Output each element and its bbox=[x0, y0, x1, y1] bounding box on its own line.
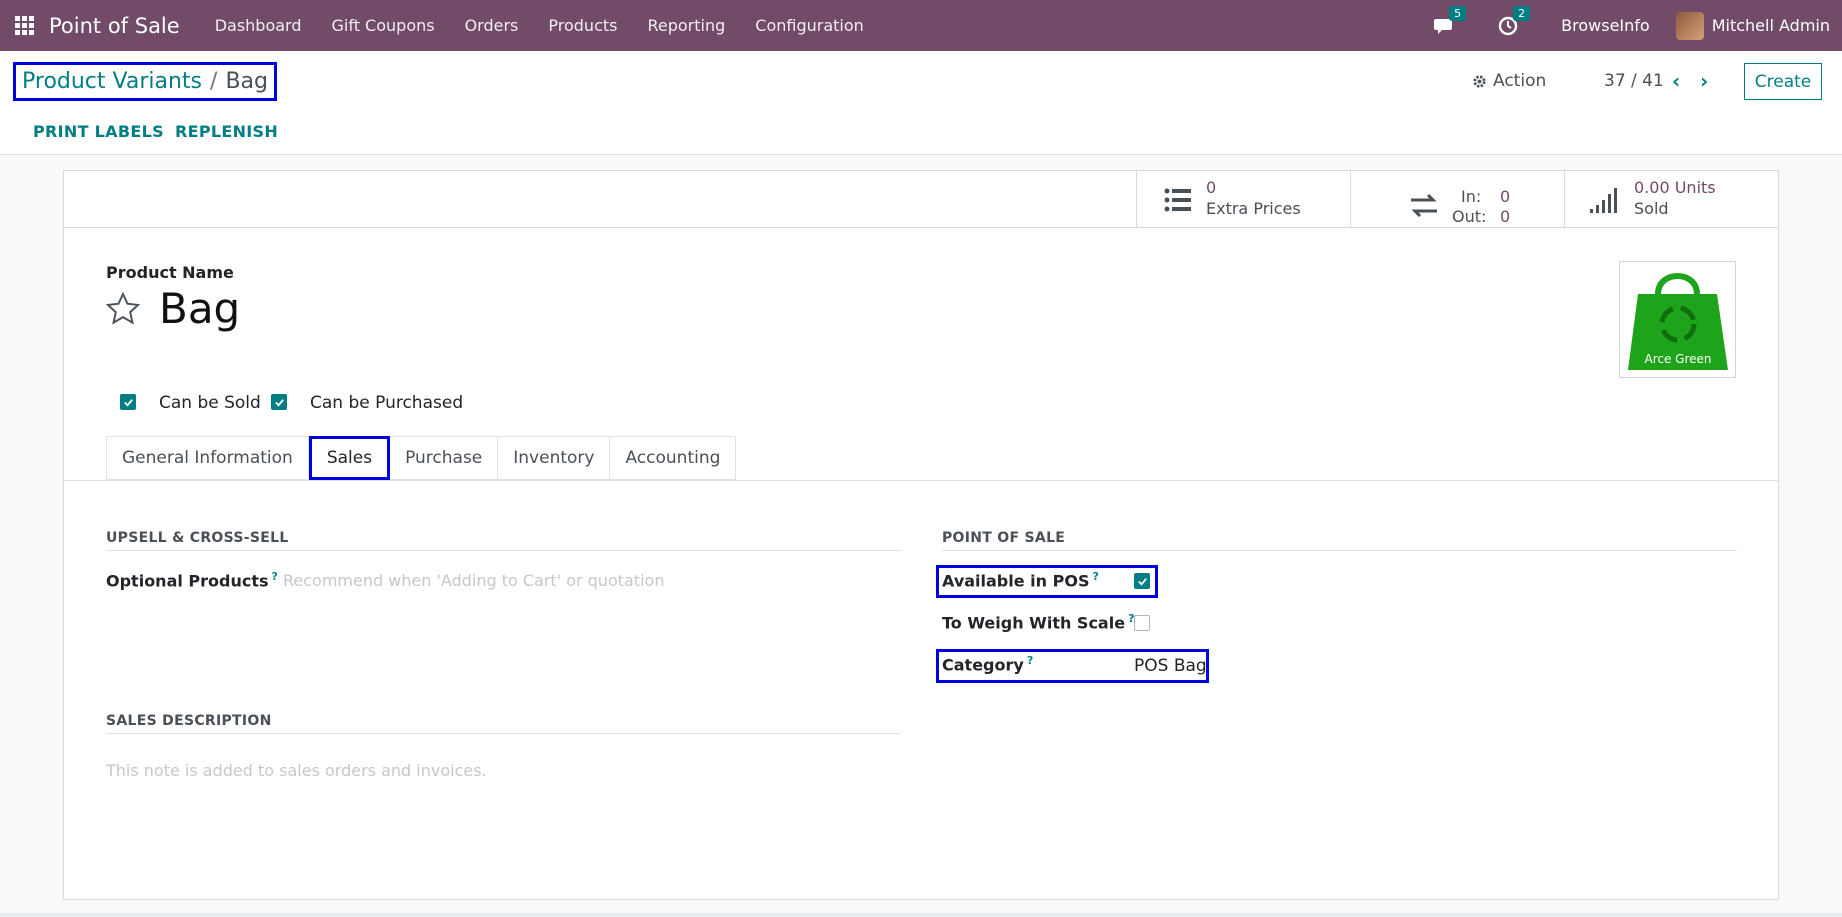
gear-icon bbox=[1473, 74, 1486, 88]
form-view: 0 Extra Prices In: 0 Out: 0 0.00 Units S… bbox=[0, 155, 1842, 917]
product-name-label: Product Name bbox=[106, 263, 234, 282]
pos-section-rule bbox=[942, 550, 1737, 551]
can-be-purchased-checkbox[interactable] bbox=[271, 394, 287, 410]
signal-bars-icon bbox=[1590, 188, 1617, 213]
sold-label: Sold bbox=[1634, 199, 1669, 218]
bottom-border bbox=[0, 913, 1842, 917]
menu-dashboard[interactable]: Dashboard bbox=[215, 16, 302, 35]
form-sheet: 0 Extra Prices In: 0 Out: 0 0.00 Units S… bbox=[63, 170, 1779, 900]
user-avatar[interactable] bbox=[1675, 11, 1704, 40]
control-panel: Product Variants / Bag Action 37 / 41 ‹ … bbox=[0, 51, 1842, 155]
smart-button-box: 0 Extra Prices In: 0 Out: 0 0.00 Units S… bbox=[64, 171, 1778, 228]
pager-previous-icon[interactable]: ‹ bbox=[1672, 69, 1680, 93]
tab-inventory[interactable]: Inventory bbox=[498, 436, 611, 480]
category-label-text: Category bbox=[942, 655, 1024, 675]
pager-value[interactable]: 37 / 41 bbox=[1604, 71, 1664, 91]
pos-section-title: POINT OF SALE bbox=[942, 530, 1066, 546]
breadcrumb: Product Variants / Bag bbox=[13, 62, 277, 101]
optional-products-help[interactable]: ? bbox=[272, 570, 278, 583]
menu-configuration[interactable]: Configuration bbox=[755, 16, 864, 35]
sales-description-rule bbox=[106, 733, 901, 734]
menu-orders[interactable]: Orders bbox=[465, 16, 519, 35]
tab-divider bbox=[64, 480, 1778, 481]
print-labels-button[interactable]: PRINT LABELS bbox=[33, 122, 164, 141]
messages-icon[interactable]: 5 bbox=[1433, 5, 1467, 38]
tab-accounting[interactable]: Accounting bbox=[610, 436, 737, 480]
extra-prices-label: Extra Prices bbox=[1206, 199, 1301, 218]
in-value: 0 bbox=[1500, 187, 1511, 206]
menu-gift-coupons[interactable]: Gift Coupons bbox=[332, 16, 435, 35]
favorite-star-icon[interactable] bbox=[105, 291, 141, 327]
optional-products-label-text: Optional Products bbox=[106, 571, 269, 591]
upsell-section-title: UPSELL & CROSS-SELL bbox=[106, 530, 289, 546]
extra-prices-value: 0 bbox=[1206, 178, 1217, 197]
company-switcher[interactable]: BrowseInfo bbox=[1561, 16, 1650, 35]
upsell-section-rule bbox=[106, 550, 901, 551]
create-button[interactable]: Create bbox=[1744, 63, 1822, 100]
breadcrumb-separator: / bbox=[210, 69, 218, 94]
sales-description-input[interactable]: This note is added to sales orders and i… bbox=[106, 761, 487, 780]
tab-purchase[interactable]: Purchase bbox=[390, 436, 499, 480]
product-image[interactable]: Arce Green bbox=[1619, 261, 1736, 378]
product-name[interactable]: Bag bbox=[159, 284, 240, 333]
action-menu-button[interactable]: Action bbox=[1472, 71, 1546, 91]
sold-value: 0.00 Units bbox=[1634, 178, 1716, 197]
to-weigh-label-text: To Weigh With Scale bbox=[942, 613, 1126, 633]
pager-next-icon[interactable]: › bbox=[1700, 69, 1708, 93]
activities-badge: 2 bbox=[1513, 5, 1531, 21]
tab-sales[interactable]: Sales bbox=[308, 436, 391, 480]
activities-clock-icon[interactable]: 2 bbox=[1497, 5, 1531, 38]
replenish-button[interactable]: REPLENISH bbox=[175, 122, 278, 141]
out-value: 0 bbox=[1500, 207, 1511, 226]
exchange-arrows-icon bbox=[1411, 193, 1437, 218]
top-navbar: Point of Sale Dashboard Gift Coupons Ord… bbox=[0, 0, 1842, 51]
optional-products-label: Optional Products? bbox=[106, 570, 278, 590]
category-label: Category? bbox=[942, 654, 1033, 674]
category-field[interactable]: POS Bag bbox=[1134, 656, 1207, 676]
to-weigh-label: To Weigh With Scale? bbox=[942, 612, 1134, 632]
extra-prices-button[interactable]: 0 Extra Prices bbox=[1136, 171, 1350, 227]
can-be-sold-label[interactable]: Can be Sold bbox=[159, 393, 261, 413]
notebook-tabs: General Information Sales Purchase Inven… bbox=[106, 436, 737, 480]
sales-description-title: SALES DESCRIPTION bbox=[106, 713, 272, 729]
in-label: In: bbox=[1461, 187, 1482, 206]
in-out-button[interactable]: In: 0 Out: 0 bbox=[1350, 171, 1564, 227]
apps-menu-icon[interactable] bbox=[15, 15, 35, 36]
menu-reporting[interactable]: Reporting bbox=[647, 16, 725, 35]
green-bag-icon: Arce Green bbox=[1628, 273, 1728, 370]
action-label: Action bbox=[1493, 71, 1547, 91]
available-in-pos-checkbox[interactable] bbox=[1134, 573, 1150, 589]
image-caption: Arce Green bbox=[1644, 352, 1711, 366]
breadcrumb-current: Bag bbox=[225, 69, 268, 94]
sold-button[interactable]: 0.00 Units Sold bbox=[1564, 171, 1778, 227]
category-help[interactable]: ? bbox=[1027, 654, 1033, 667]
can-be-sold-checkbox[interactable] bbox=[120, 394, 136, 410]
tab-general-information[interactable]: General Information bbox=[106, 436, 309, 480]
to-weigh-checkbox[interactable] bbox=[1134, 615, 1150, 631]
available-in-pos-label: Available in POS? bbox=[942, 570, 1099, 590]
optional-products-input[interactable]: Recommend when 'Adding to Cart' or quota… bbox=[283, 571, 664, 590]
available-in-pos-help[interactable]: ? bbox=[1092, 570, 1098, 583]
breadcrumb-product-variants[interactable]: Product Variants bbox=[22, 69, 202, 94]
list-icon bbox=[1164, 188, 1191, 212]
menu-products[interactable]: Products bbox=[548, 16, 617, 35]
available-in-pos-label-text: Available in POS bbox=[942, 571, 1090, 591]
out-label: Out: bbox=[1452, 207, 1487, 226]
app-name[interactable]: Point of Sale bbox=[49, 14, 180, 38]
can-be-purchased-label[interactable]: Can be Purchased bbox=[310, 393, 463, 413]
messages-badge: 5 bbox=[1449, 5, 1467, 21]
user-menu[interactable]: Mitchell Admin bbox=[1712, 16, 1830, 35]
